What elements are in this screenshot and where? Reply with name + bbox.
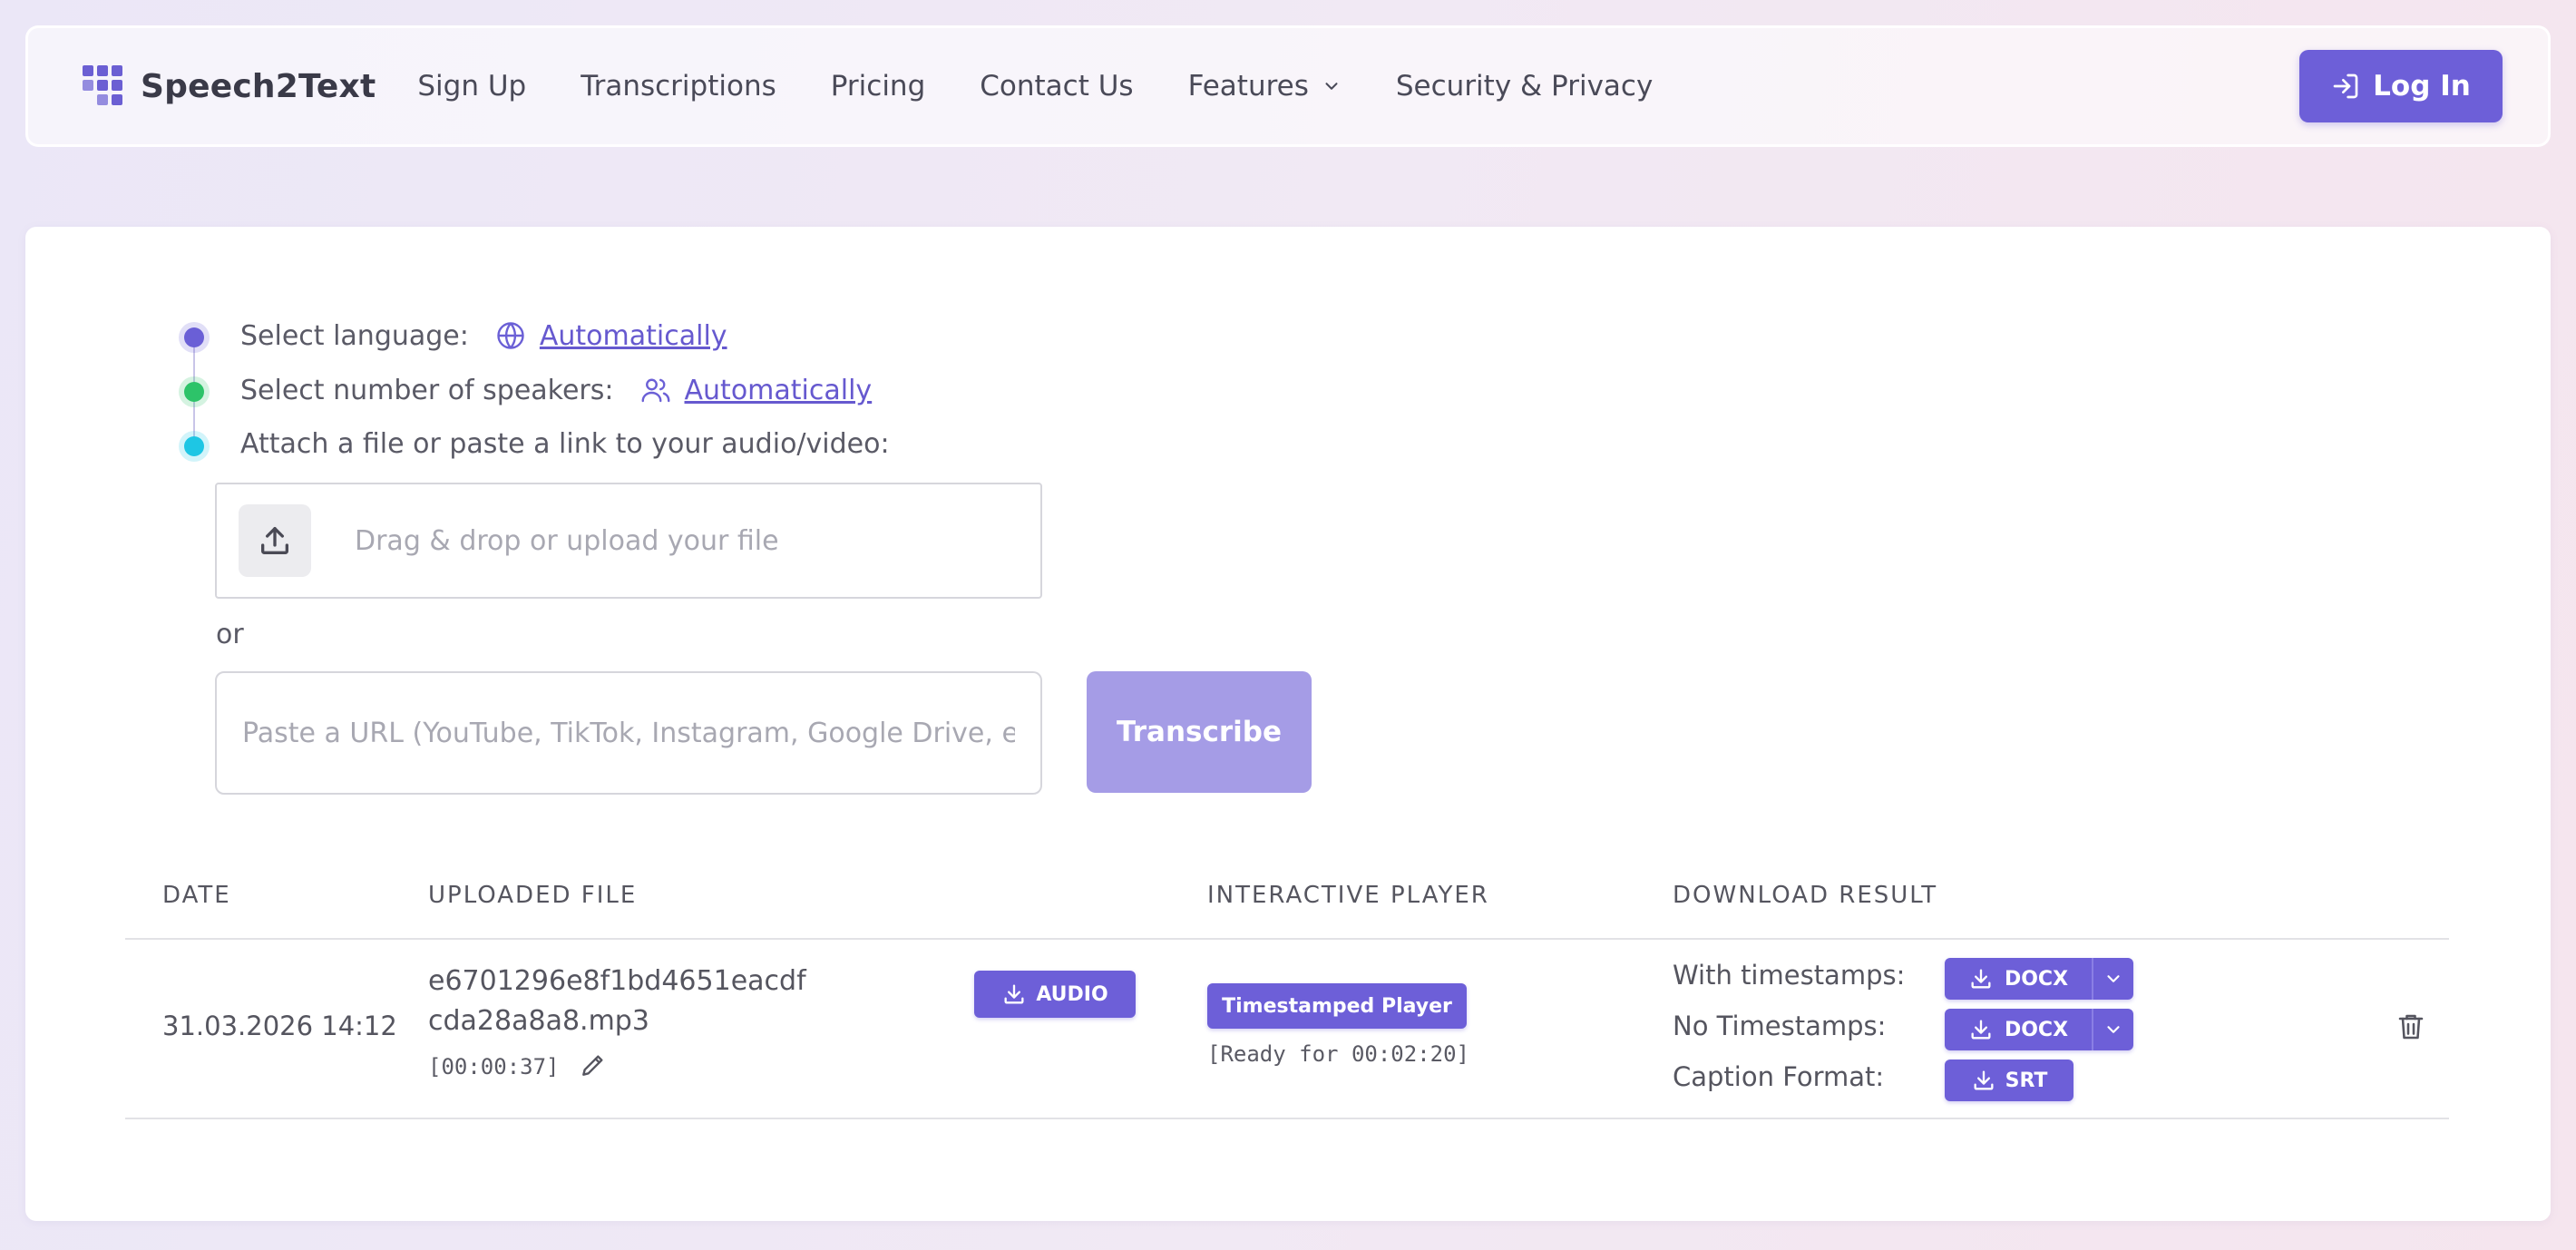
step-dot-speakers (179, 376, 210, 407)
edit-pencil-icon[interactable] (579, 1050, 608, 1083)
download-docx-with-timestamps-button[interactable]: DOCX (1945, 958, 2092, 1000)
nav-features-label: Features (1187, 70, 1309, 103)
transcribe-button[interactable]: Transcribe (1087, 671, 1312, 793)
speakers-label: Select number of speakers: (240, 374, 614, 406)
caption-format-label: Caption Format: (1673, 1061, 1885, 1092)
nav-features[interactable]: Features (1188, 70, 1342, 103)
step-attach: Attach a file or paste a link to your au… (240, 428, 890, 460)
docx-no-timestamps-dropdown[interactable] (2092, 1009, 2133, 1050)
nav-sign-up[interactable]: Sign Up (417, 70, 526, 103)
nav-security-privacy[interactable]: Security & Privacy (1396, 70, 1653, 103)
top-navbar: Speech2Text Sign Up Transcriptions Prici… (25, 25, 2551, 147)
with-timestamps-label: With timestamps: (1673, 960, 1906, 991)
chevron-down-icon (1325, 83, 1338, 90)
row-duration: [00:00:37] (428, 1054, 560, 1079)
globe-icon (494, 319, 527, 352)
docx-with-timestamps-split-button: DOCX (1945, 958, 2133, 1000)
speakers-select-link[interactable]: Automatically (685, 375, 873, 406)
trash-icon[interactable] (2395, 1011, 2427, 1047)
download-icon (1971, 1020, 1991, 1040)
step-language: Select language: Automatically (240, 319, 727, 352)
header-download-result: DOWNLOAD RESULT (1673, 882, 1938, 909)
header-uploaded-file: UPLOADED FILE (428, 882, 638, 909)
row-file-name-line2: cda28a8a8.mp3 (428, 1005, 649, 1037)
nav-transcriptions[interactable]: Transcriptions (581, 70, 776, 103)
main-card: Select language: Automatically Select nu… (25, 227, 2551, 1221)
audio-label: AUDIO (1036, 982, 1108, 1006)
file-upload-dropzone[interactable]: Drag & drop or upload your file (215, 483, 1042, 599)
brand-name: Speech2Text (141, 67, 376, 105)
brand[interactable]: Speech2Text (83, 65, 376, 107)
header-date: DATE (162, 882, 231, 909)
attach-label: Attach a file or paste a link to your au… (240, 428, 890, 460)
step-speakers: Select number of speakers: Automatically (240, 374, 872, 406)
docx-no-timestamps-split-button: DOCX (1945, 1009, 2133, 1050)
nav-pricing[interactable]: Pricing (831, 70, 926, 103)
step-dot-attach (179, 431, 210, 462)
upload-placeholder: Drag & drop or upload your file (355, 524, 779, 557)
or-divider-text: or (216, 619, 244, 650)
chevron-down-icon (2107, 1026, 2120, 1033)
login-icon (2333, 73, 2358, 99)
docx-label: DOCX (2004, 967, 2069, 991)
table-row-divider (125, 1118, 2449, 1119)
users-icon (639, 374, 672, 406)
download-docx-no-timestamps-button[interactable]: DOCX (1945, 1009, 2092, 1050)
login-button[interactable]: Log In (2299, 50, 2503, 122)
table-header-divider (125, 938, 2449, 940)
language-select-link[interactable]: Automatically (540, 320, 727, 352)
nav-contact-us[interactable]: Contact Us (980, 70, 1133, 103)
download-icon (1974, 1070, 1994, 1090)
language-label: Select language: (240, 319, 469, 352)
row-date: 31.03.2026 14:12 (162, 1011, 397, 1041)
step-dot-language (179, 322, 210, 353)
docx-label: DOCX (2004, 1018, 2069, 1041)
brand-logo-icon (83, 65, 124, 107)
timestamped-player-button[interactable]: Timestamped Player (1207, 983, 1467, 1029)
header-interactive-player: INTERACTIVE PLAYER (1207, 882, 1489, 909)
upload-icon (239, 504, 311, 577)
no-timestamps-label: No Timestamps: (1673, 1011, 1887, 1041)
download-icon (1004, 984, 1024, 1004)
player-status: [Ready for 00:02:20] (1207, 1041, 1469, 1067)
download-icon (1971, 969, 1991, 989)
download-srt-button[interactable]: SRT (1945, 1060, 2073, 1101)
srt-label: SRT (2005, 1069, 2048, 1092)
url-input[interactable] (215, 671, 1042, 795)
login-label: Log In (2373, 70, 2471, 103)
chevron-down-icon (2107, 975, 2120, 982)
download-audio-button[interactable]: AUDIO (974, 971, 1136, 1018)
docx-with-timestamps-dropdown[interactable] (2092, 958, 2133, 1000)
row-file-name-line1: e6701296e8f1bd4651eacdf (428, 965, 806, 997)
